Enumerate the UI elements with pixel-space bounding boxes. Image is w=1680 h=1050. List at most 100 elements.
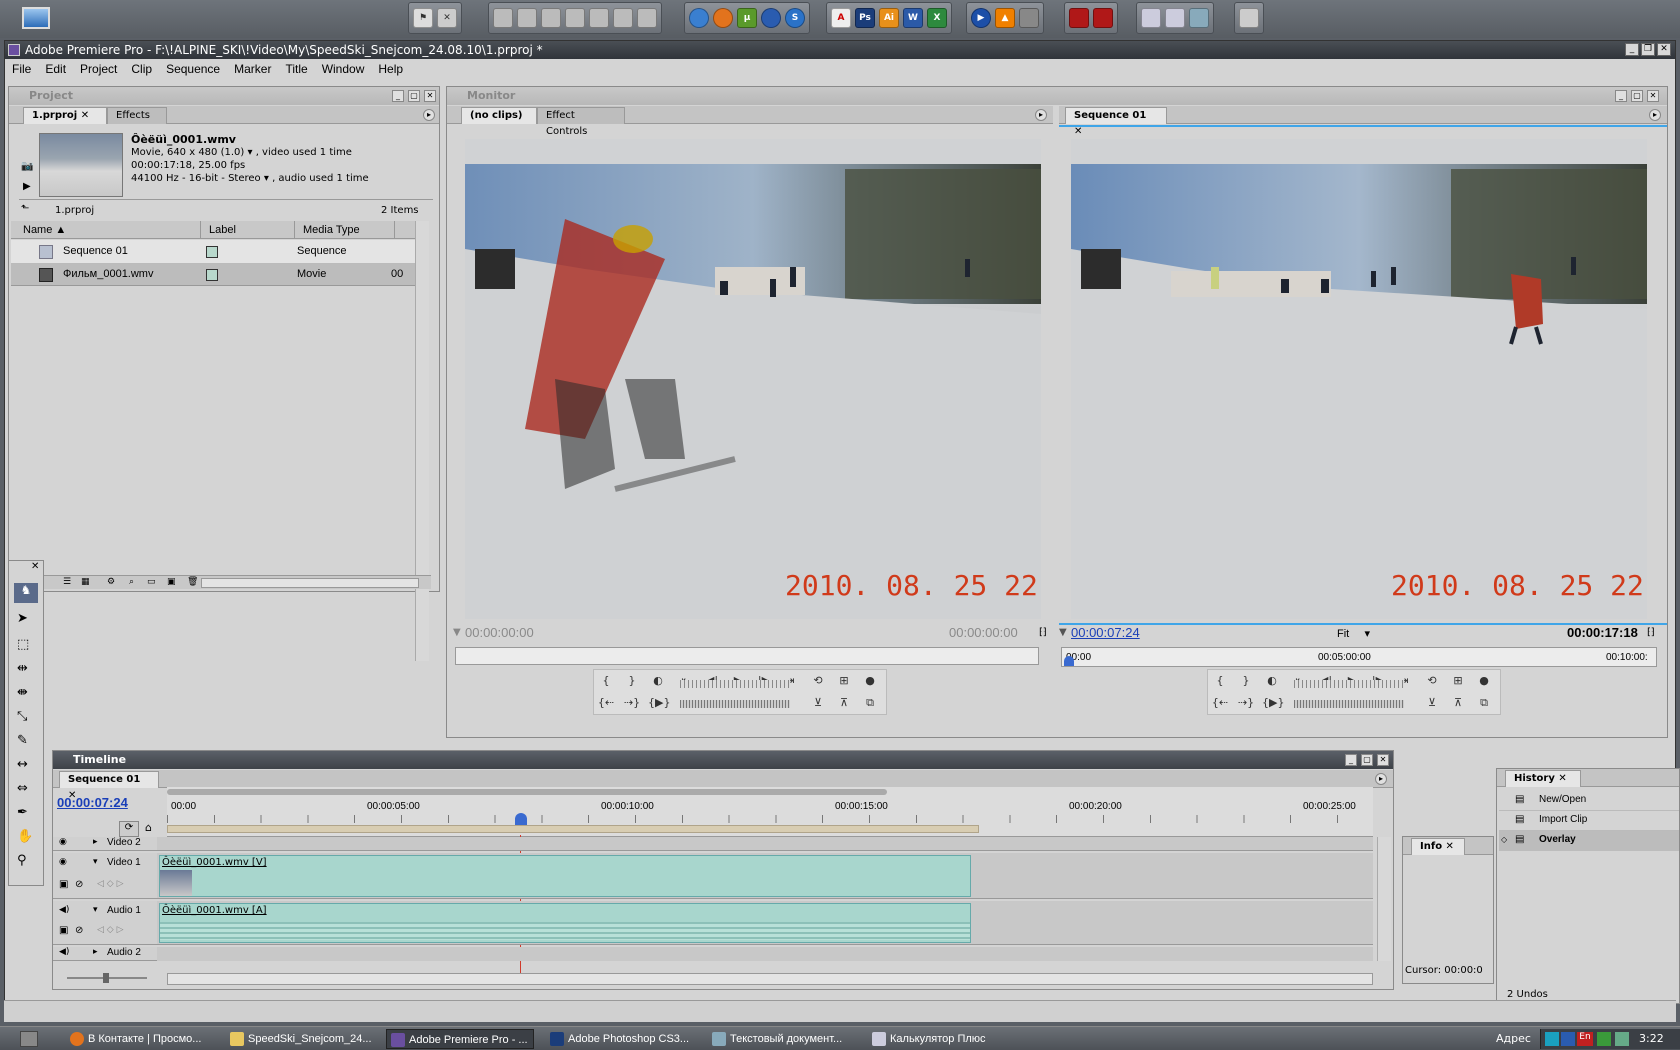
timeline-ruler[interactable]: 00:00 00:00:05:00 00:00:10:00 00:00:15:0… [167, 787, 1373, 837]
illustrator-icon[interactable]: Ai [879, 8, 899, 28]
vertical-scrollbar[interactable] [415, 221, 429, 661]
set-marker-icon[interactable]: ◐ [1262, 672, 1282, 690]
keyboard-icon[interactable] [1165, 8, 1185, 28]
insert-icon[interactable]: ⊻ [808, 694, 828, 712]
panel-close-button[interactable]: ✕ [1647, 90, 1659, 102]
work-area-bar[interactable] [167, 825, 979, 833]
rolling-edit-tool-icon[interactable]: ⇼ [17, 685, 28, 700]
jog-disk[interactable] [680, 700, 790, 708]
pen-tool-icon[interactable]: ✒ [17, 805, 28, 820]
video-clip[interactable]: Ôèëüì_0001.wmv [V] [159, 855, 971, 897]
panel-menu-button[interactable]: ▸ [1375, 773, 1387, 785]
flag-icon[interactable]: ⚑ [413, 8, 433, 28]
source-duration-tc[interactable]: 00:00:00:00 [949, 625, 1018, 640]
skype-icon[interactable]: S [785, 8, 805, 28]
mark-in-icon[interactable]: { [1210, 672, 1230, 690]
dropdown-icon[interactable]: ▾ [247, 147, 252, 158]
tab-history[interactable]: History ✕ [1505, 770, 1581, 787]
overlay-icon[interactable]: ⊼ [834, 694, 854, 712]
desktop-icon[interactable] [22, 7, 50, 29]
track-select-tool-icon[interactable]: ⬚ [17, 637, 29, 652]
close-icon[interactable]: ✕ [1074, 126, 1082, 137]
set-marker-icon[interactable]: ⌂ [145, 821, 152, 834]
panel-menu-button[interactable]: ▸ [423, 109, 435, 121]
show-keyframes-icon[interactable]: ⊘ [75, 925, 83, 936]
go-to-next-marker-icon[interactable]: ⇢} [622, 694, 642, 712]
playhead-marker[interactable] [1064, 656, 1074, 666]
set-marker-icon[interactable]: ◐ [648, 672, 668, 690]
output-icon[interactable]: ● [860, 672, 880, 690]
shield-icon[interactable] [1561, 1032, 1575, 1046]
close-button[interactable]: ✕ [1657, 43, 1671, 56]
media-player-icon[interactable]: ▶ [971, 8, 991, 28]
expand-icon[interactable]: ▸ [93, 947, 98, 957]
shuttle-slider[interactable] [680, 680, 790, 688]
automate-icon[interactable]: ⚙ [107, 577, 115, 587]
safe-margins-icon[interactable]: ⊞ [1448, 672, 1468, 690]
panel-minimize-button[interactable]: _ [392, 90, 404, 102]
list-item[interactable]: ▤ Import Clip [1499, 811, 1679, 831]
icon-view-icon[interactable]: ▦ [81, 577, 90, 587]
program-current-tc[interactable]: 00:00:07:24 [1071, 625, 1140, 640]
extract-icon[interactable]: ⊼ [1448, 694, 1468, 712]
menu-project[interactable]: Project [73, 62, 124, 76]
minimize-button[interactable]: _ [1625, 43, 1639, 56]
zoom-bar[interactable] [167, 789, 887, 795]
opera-icon[interactable] [761, 8, 781, 28]
column-media-type[interactable]: Media Type [295, 221, 395, 238]
menu-marker[interactable]: Marker [227, 62, 278, 76]
close-icon[interactable]: ✕ [31, 561, 39, 572]
play-in-to-out-icon[interactable]: {▶} [648, 694, 670, 712]
panel-menu-button[interactable]: ▸ [1035, 109, 1047, 121]
drive-icon[interactable] [541, 8, 561, 28]
antivirus-icon[interactable] [1597, 1032, 1611, 1046]
zoom-slider[interactable] [57, 973, 157, 983]
play-icon[interactable]: ▶ [23, 181, 31, 192]
tab-source[interactable]: (no clips) [461, 107, 537, 124]
output-icon[interactable]: ● [1474, 672, 1494, 690]
menu-edit[interactable]: Edit [38, 62, 73, 76]
collapse-icon[interactable]: ▾ [93, 905, 98, 915]
task-photoshop[interactable]: Adobe Photoshop CS3... [546, 1029, 694, 1049]
tab-project[interactable]: 1.prproj ✕ [23, 107, 107, 124]
playhead-marker[interactable] [515, 813, 527, 825]
task-premiere[interactable]: Adobe Premiere Pro - ... [386, 1029, 534, 1049]
slip-tool-icon[interactable]: ↔ [17, 757, 28, 772]
panel-maximize-button[interactable]: ▢ [1361, 754, 1373, 766]
source-current-tc[interactable]: 00:00:00:00 [465, 625, 534, 640]
drive-icon[interactable] [493, 8, 513, 28]
audio-clip[interactable]: Ôèëüì_0001.wmv [A] [159, 903, 971, 943]
excel-icon[interactable]: X [927, 8, 947, 28]
restore-button[interactable]: ❐ [1641, 43, 1655, 56]
tab-effect-controls[interactable]: Effect Controls [537, 107, 625, 137]
shuttle-slider[interactable] [1294, 680, 1404, 688]
go-to-prev-marker-icon[interactable]: {⇠ [596, 694, 616, 712]
globe-icon[interactable] [689, 8, 709, 28]
start-icon[interactable] [20, 1031, 38, 1047]
fit-dropdown[interactable]: Fit ▾ [1337, 627, 1370, 640]
timeline-vertical-scrollbar[interactable] [1377, 837, 1391, 961]
column-name[interactable]: Name ▲ [11, 221, 201, 238]
play-in-to-out-icon[interactable]: {▶} [1262, 694, 1284, 712]
go-to-prev-edit-icon[interactable]: {⇠ [1210, 694, 1230, 712]
safe-margins-icon[interactable]: ⊞ [834, 672, 854, 690]
task-folder[interactable]: SpeedSki_Snejcom_24... [226, 1029, 374, 1049]
program-time-ruler[interactable]: 00:00 00:05:00:00 00:10:00: [1061, 647, 1657, 667]
tools-icon[interactable] [1019, 8, 1039, 28]
torrent-icon[interactable]: µ [737, 8, 757, 28]
photoshop-icon[interactable]: Ps [855, 8, 875, 28]
panel-maximize-button[interactable]: ▢ [1631, 90, 1643, 102]
pdf-icon[interactable]: A [831, 8, 851, 28]
calculator-icon[interactable] [1141, 8, 1161, 28]
safe-margin-icon[interactable]: ⁅⁆ [1647, 627, 1655, 638]
find-icon[interactable]: ⌕ [129, 577, 134, 587]
close-icon[interactable]: ✕ [81, 110, 89, 121]
tab-effects[interactable]: Effects [107, 107, 167, 124]
bin-up-icon[interactable]: ⬑ [21, 203, 29, 214]
track-audio2[interactable] [157, 947, 1373, 961]
tab-sequence[interactable]: Sequence 01 ✕ [1065, 107, 1167, 137]
toggle-take-icon[interactable]: ⧉ [860, 694, 880, 712]
panel-close-button[interactable]: ✕ [424, 90, 436, 102]
drive-icon[interactable] [613, 8, 633, 28]
drive-icon[interactable] [517, 8, 537, 28]
